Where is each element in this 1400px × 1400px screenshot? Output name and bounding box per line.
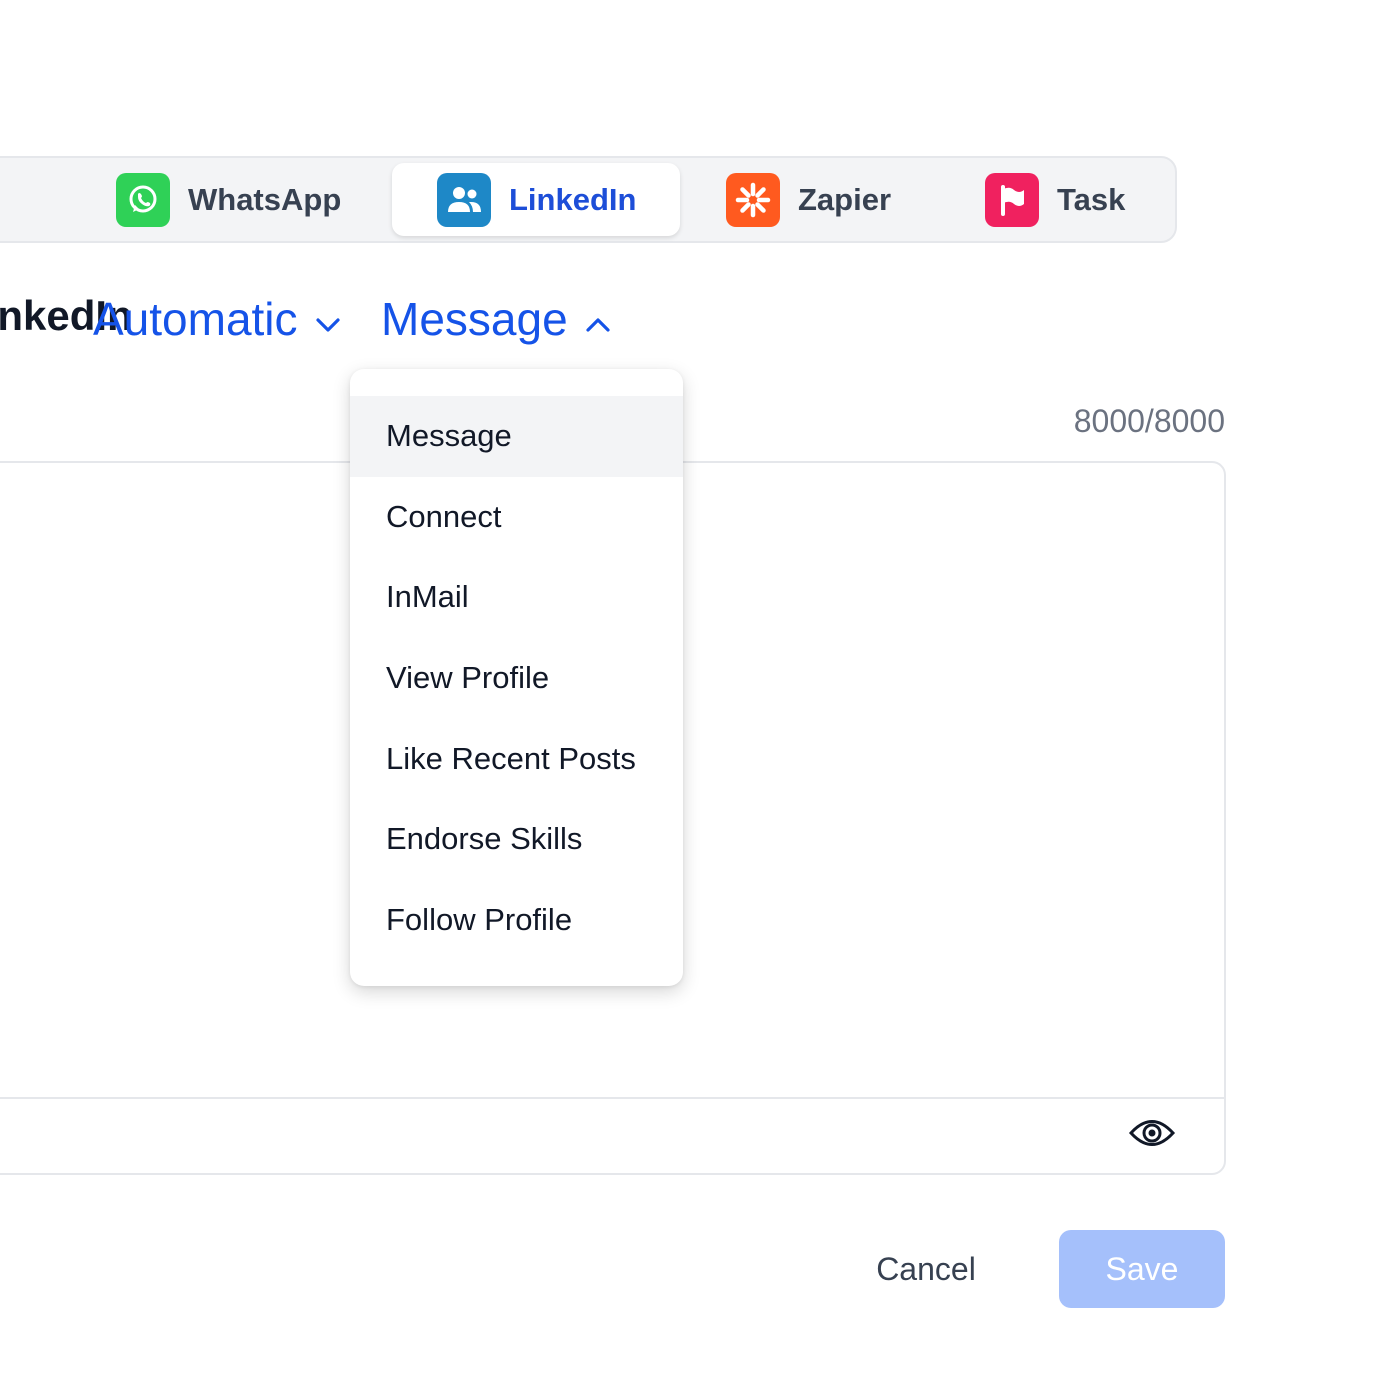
zapier-asterisk-icon [726,172,780,227]
dropdown-option-like-recent-posts[interactable]: Like Recent Posts [350,718,683,799]
mode-selector[interactable]: Automatic [93,292,342,346]
cancel-button[interactable]: Cancel [855,1230,997,1308]
tab-zapier[interactable]: Zapier [726,158,891,241]
dropdown-option-view-profile[interactable]: View Profile [350,638,683,719]
mode-selector-label: Automatic [93,293,298,345]
chevron-down-icon [314,292,342,346]
dropdown-option-endorse-skills[interactable]: Endorse Skills [350,799,683,880]
tab-whatsapp-label: WhatsApp [188,181,342,217]
tab-zapier-label: Zapier [798,181,892,217]
editor-toolbar [0,1097,1224,1173]
tab-linkedin-label: LinkedIn [509,181,637,217]
tab-task[interactable]: Task [985,158,1125,241]
dropdown-option-follow-profile[interactable]: Follow Profile [350,880,683,961]
eye-icon [1128,1116,1176,1155]
save-button[interactable]: Save [1059,1230,1225,1308]
chevron-up-icon [584,292,612,346]
dropdown-option-inmail[interactable]: InMail [350,557,683,638]
dropdown-option-message[interactable]: Message [350,396,683,477]
action-type-selector-label: Message [381,293,568,345]
tab-task-label: Task [1057,181,1126,217]
flag-icon [985,172,1039,227]
channel-tab-bar: IS WhatsApp LinkedIn [0,156,1177,243]
action-type-selector[interactable]: Message [381,292,612,346]
action-type-dropdown: Message Connect InMail View Profile Like… [350,369,683,986]
tab-whatsapp[interactable]: WhatsApp [116,158,341,241]
tab-linkedin[interactable]: LinkedIn [392,163,680,236]
whatsapp-icon [116,172,170,227]
dropdown-option-connect[interactable]: Connect [350,477,683,558]
people-icon [437,172,491,227]
preview-button[interactable] [1126,1115,1178,1155]
character-counter: 8000/8000 [1073,403,1225,439]
